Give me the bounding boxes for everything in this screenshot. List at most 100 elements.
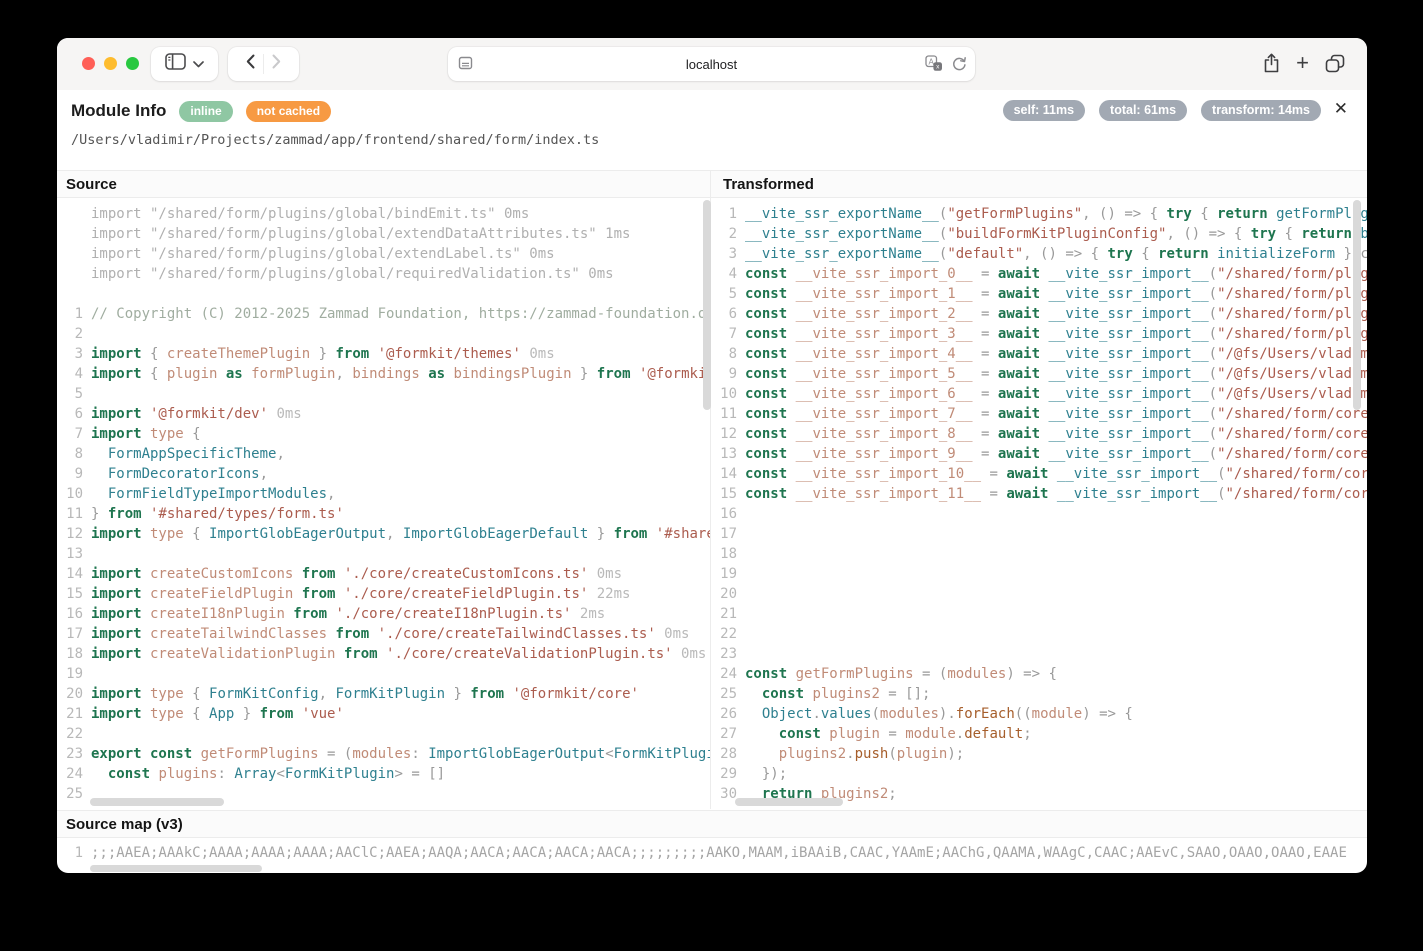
- not-cached-badge: not cached: [246, 101, 331, 122]
- code-line: 8const __vite_ssr_import_4__ = await __v…: [711, 344, 1367, 364]
- code-line: import "/shared/form/plugins/global/exte…: [57, 224, 710, 244]
- code-line: 25 const plugins2 = [];: [711, 684, 1367, 704]
- address-bar[interactable]: localhost Ax: [448, 47, 975, 81]
- code-line: 1;;;AAEA;AAAkC;AAAA;AAAA;AAAA;AAClC;AAEA…: [57, 843, 1367, 863]
- self-time-badge: self: 11ms: [1003, 100, 1085, 121]
- transformed-vertical-scrollbar[interactable]: [1353, 200, 1361, 410]
- code-line: 8 FormAppSpecificTheme,: [57, 444, 710, 464]
- code-line: 23: [711, 644, 1367, 664]
- back-button[interactable]: [246, 54, 255, 74]
- inline-badge: inline: [179, 101, 232, 122]
- code-line: 3__vite_ssr_exportName__("default", () =…: [711, 244, 1367, 264]
- transformed-panel-title: Transformed: [711, 171, 1367, 197]
- code-line: 18: [711, 544, 1367, 564]
- source-panel-title: Source: [57, 171, 711, 197]
- code-line: 19: [57, 664, 710, 684]
- traffic-light-minimize[interactable]: [104, 57, 117, 70]
- sourcemap-title: Source map (v3): [57, 810, 1367, 838]
- code-line: 1// Copyright (C) 2012-2025 Zammad Found…: [57, 304, 710, 324]
- module-file-path: /Users/vladimir/Projects/zammad/app/fron…: [71, 132, 599, 148]
- forward-button[interactable]: [272, 54, 281, 74]
- code-line: 17import createTailwindClasses from './c…: [57, 624, 710, 644]
- transformed-code: 1__vite_ssr_exportName__("getFormPlugins…: [711, 198, 1367, 809]
- code-line: 18import createValidationPlugin from './…: [57, 644, 710, 664]
- sourcemap-section: Source map (v3) 1;;;AAEA;AAAkC;AAAA;AAAA…: [57, 810, 1367, 873]
- traffic-light-zoom[interactable]: [126, 57, 139, 70]
- reader-icon[interactable]: [458, 56, 474, 76]
- code-line: 11const __vite_ssr_import_7__ = await __…: [711, 404, 1367, 424]
- browser-toolbar: localhost Ax +: [57, 38, 1367, 91]
- code-line: 24 const plugins: Array<FormKitPlugin> =…: [57, 764, 710, 784]
- tab-overview-button[interactable]: [1325, 54, 1345, 73]
- code-line: 10 FormFieldTypeImportModules,: [57, 484, 710, 504]
- source-code: import "/shared/form/plugins/global/bind…: [57, 198, 711, 809]
- code-line: 28 plugins2.push(plugin);: [711, 744, 1367, 764]
- code-line: 2: [57, 324, 710, 344]
- new-tab-button[interactable]: +: [1296, 53, 1309, 73]
- code-line: import "/shared/form/plugins/global/exte…: [57, 244, 710, 264]
- code-line: 19: [711, 564, 1367, 584]
- code-line: 14const __vite_ssr_import_10__ = await _…: [711, 464, 1367, 484]
- code-line: import "/shared/form/plugins/global/bind…: [57, 204, 710, 224]
- code-line: 9const __vite_ssr_import_5__ = await __v…: [711, 364, 1367, 384]
- code-line: 21: [711, 604, 1367, 624]
- traffic-light-close[interactable]: [82, 57, 95, 70]
- chevron-down-icon[interactable]: [193, 55, 204, 73]
- code-line: 23export const getFormPlugins = (modules…: [57, 744, 710, 764]
- code-line: 4const __vite_ssr_import_0__ = await __v…: [711, 264, 1367, 284]
- code-line: 16: [711, 504, 1367, 524]
- code-line: 12import type { ImportGlobEagerOutput, I…: [57, 524, 710, 544]
- code-line: 22: [711, 624, 1367, 644]
- plus-icon: +: [1296, 53, 1309, 73]
- code-line: 1__vite_ssr_exportName__("getFormPlugins…: [711, 204, 1367, 224]
- sourcemap-code: 1;;;AAEA;AAAkC;AAAA;AAAA;AAAA;AAClC;AAEA…: [57, 838, 1367, 863]
- code-line: 4import { plugin as formPlugin, bindings…: [57, 364, 710, 384]
- translate-icon[interactable]: Ax: [925, 55, 943, 77]
- transform-time-badge: transform: 14ms: [1201, 100, 1321, 121]
- sidebar-toggle-group[interactable]: [151, 47, 218, 81]
- code-line: 2__vite_ssr_exportName__("buildFormKitPl…: [711, 224, 1367, 244]
- window-controls: [82, 57, 139, 70]
- transformed-horizontal-scrollbar[interactable]: [735, 798, 843, 806]
- code-line: 15import createFieldPlugin from './core/…: [57, 584, 710, 604]
- code-line: 24const getFormPlugins = (modules) => {: [711, 664, 1367, 684]
- code-line: 7const __vite_ssr_import_3__ = await __v…: [711, 324, 1367, 344]
- navigation-group: [228, 47, 299, 81]
- code-line: 11} from '#shared/types/form.ts': [57, 504, 710, 524]
- code-panels: Source Transformed import "/shared/form/…: [57, 170, 1367, 810]
- code-line: 21import type { App } from 'vue': [57, 704, 710, 724]
- total-time-badge: total: 61ms: [1099, 100, 1187, 121]
- code-line: 5const __vite_ssr_import_1__ = await __v…: [711, 284, 1367, 304]
- code-line: 13const __vite_ssr_import_9__ = await __…: [711, 444, 1367, 464]
- code-line: 6const __vite_ssr_import_2__ = await __v…: [711, 304, 1367, 324]
- code-line: 10const __vite_ssr_import_6__ = await __…: [711, 384, 1367, 404]
- code-line: 27 const plugin = module.default;: [711, 724, 1367, 744]
- code-line: 15const __vite_ssr_import_11__ = await _…: [711, 484, 1367, 504]
- code-line: 7import type {: [57, 424, 710, 444]
- code-line: 3import { createThemePlugin } from '@for…: [57, 344, 710, 364]
- code-line: 13: [57, 544, 710, 564]
- url-text[interactable]: localhost: [686, 57, 737, 72]
- code-line: 16import createI18nPlugin from './core/c…: [57, 604, 710, 624]
- code-line: 17: [711, 524, 1367, 544]
- source-vertical-scrollbar[interactable]: [703, 200, 711, 410]
- close-icon[interactable]: ✕: [1330, 96, 1352, 121]
- code-line: 9 FormDecoratorIcons,: [57, 464, 710, 484]
- code-line: [57, 284, 710, 304]
- sidebar-icon[interactable]: [165, 53, 186, 75]
- code-line: 14import createCustomIcons from './core/…: [57, 564, 710, 584]
- code-line: 26 Object.values(modules).forEach((modul…: [711, 704, 1367, 724]
- page-title: Module Info: [71, 101, 166, 121]
- divider: [263, 54, 264, 74]
- code-line: 29 });: [711, 764, 1367, 784]
- reload-icon[interactable]: [951, 56, 967, 77]
- code-line: 20: [711, 584, 1367, 604]
- code-line: import "/shared/form/plugins/global/requ…: [57, 264, 710, 284]
- source-horizontal-scrollbar[interactable]: [90, 798, 224, 806]
- sourcemap-horizontal-scrollbar[interactable]: [90, 865, 262, 872]
- browser-window: localhost Ax + Module In: [57, 38, 1367, 873]
- code-line: 5: [57, 384, 710, 404]
- code-line: 6import '@formkit/dev' 0ms: [57, 404, 710, 424]
- module-info-header: Module Info inline not cached self: 11ms…: [57, 90, 1367, 170]
- share-button[interactable]: [1263, 53, 1280, 73]
